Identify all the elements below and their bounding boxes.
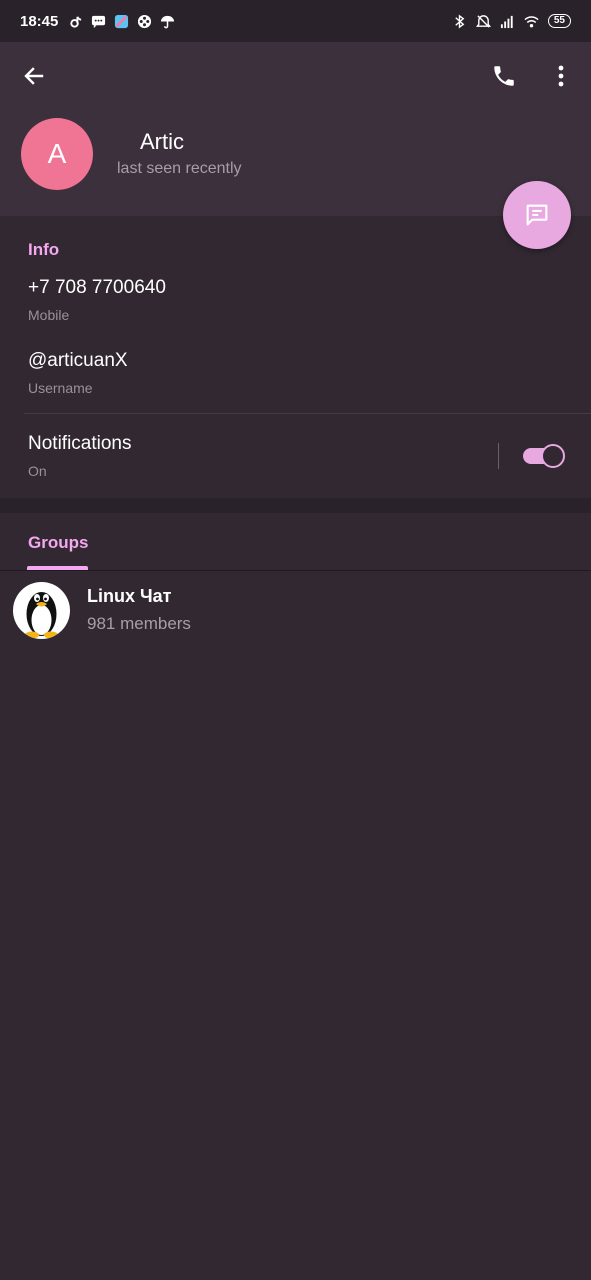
back-button[interactable]: [14, 58, 54, 94]
wifi-icon: [524, 15, 539, 27]
notifications-title[interactable]: Notifications: [28, 433, 132, 455]
toggle-separator: [498, 443, 499, 469]
umbrella-icon: [161, 15, 175, 28]
send-message-button[interactable]: [503, 181, 571, 249]
group-name: Linux Чат: [87, 586, 172, 606]
tab-divider: [0, 570, 591, 571]
group-avatar-image: [25, 592, 58, 639]
arrow-back-icon: [24, 67, 44, 85]
tux-penguin-icon: [13, 582, 70, 639]
divider: [24, 413, 591, 414]
call-button[interactable]: [484, 58, 524, 94]
profile-name: Artic: [140, 129, 184, 154]
phone-icon: [494, 66, 514, 86]
system-icons: 55: [452, 13, 571, 29]
profile-header: A Artic last seen recently: [0, 42, 591, 216]
status-bar: 18:45 55: [0, 0, 591, 42]
app-icon: [115, 14, 129, 28]
more-options-button[interactable]: [546, 58, 576, 94]
more-vert-icon: [558, 65, 564, 87]
last-seen-status: last seen recently: [117, 160, 242, 177]
signal-icon: [500, 15, 513, 28]
tiktok-icon: [70, 15, 82, 28]
message-icon: [92, 15, 106, 28]
phone-number[interactable]: +7 708 7700640: [28, 277, 166, 299]
section-separator: [0, 498, 591, 513]
alarm-off-icon: [475, 14, 491, 28]
film-reel-icon: [138, 14, 152, 28]
group-members-count: 981 members: [87, 614, 191, 633]
username[interactable]: @articuanX: [28, 350, 128, 372]
battery-indicator: 55: [547, 14, 571, 28]
phone-label: Mobile: [28, 307, 70, 323]
avatar[interactable]: A: [21, 118, 93, 190]
tab-groups[interactable]: Groups: [28, 533, 88, 553]
bluetooth-icon: [455, 13, 465, 29]
notifications-state: On: [28, 463, 47, 479]
status-time: 18:45: [20, 12, 59, 30]
username-label: Username: [28, 380, 93, 396]
avatar-letter: A: [47, 138, 67, 169]
info-section-title: Info: [28, 240, 60, 259]
notification-icons: [68, 14, 175, 29]
notifications-toggle[interactable]: [523, 444, 565, 468]
toggle-knob: [541, 444, 565, 468]
chat-icon: [526, 204, 548, 226]
